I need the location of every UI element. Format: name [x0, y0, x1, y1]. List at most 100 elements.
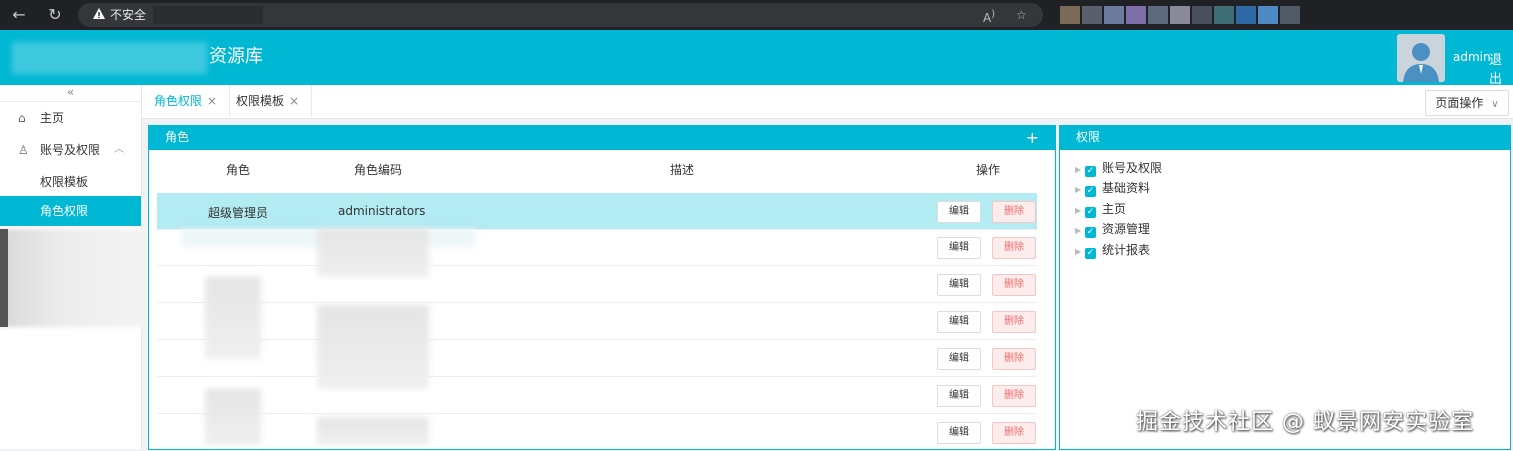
permissions-panel-title: 权限: [1076, 130, 1101, 144]
page-operations-label: 页面操作: [1435, 96, 1484, 110]
tab-label: 权限模板: [236, 94, 285, 108]
sidebar-redacted-edge: [0, 229, 8, 327]
warning-icon: [93, 8, 105, 19]
column-header-code: 角色编码: [354, 163, 403, 177]
add-role-icon[interactable]: +: [1026, 125, 1039, 150]
bookmarks-redacted: [1060, 6, 1500, 26]
tree-node-label: 主页: [1102, 202, 1127, 216]
edit-button[interactable]: 编辑: [937, 237, 981, 259]
table-row[interactable]: 编辑 删除: [157, 377, 1037, 414]
chevron-up-icon: ︿: [114, 144, 124, 155]
delete-button[interactable]: 删除: [992, 385, 1036, 407]
tree-node[interactable]: ▶ ✓ 资源管理: [1075, 221, 1151, 239]
close-icon[interactable]: ×: [207, 94, 217, 108]
sidebar-item-role-permission[interactable]: 角色权限: [0, 196, 141, 226]
sidebar: « ⌂ 主页 ♙ 账号及权限 ︿ 权限模板 角色权限: [0, 85, 150, 449]
address-bar[interactable]: 不安全 A) ☆: [78, 3, 1043, 27]
role-name: 超级管理员: [208, 206, 269, 220]
app-title: 资源库: [209, 46, 263, 67]
edit-button[interactable]: 编辑: [937, 274, 981, 296]
tab-label: 角色权限: [154, 94, 203, 108]
roles-panel: 角色 + 角色 角色编码 描述 操作 超级管理员 administrators …: [148, 125, 1056, 451]
roles-panel-title: 角色: [165, 130, 190, 144]
delete-button[interactable]: 删除: [992, 422, 1036, 444]
sidebar-item-label: 账号及权限: [40, 143, 101, 157]
table-row[interactable]: 编辑 删除: [157, 266, 1037, 303]
redacted-cells: [205, 389, 261, 445]
redacted-cells: [205, 277, 261, 359]
close-icon[interactable]: ×: [289, 94, 299, 108]
tab-bar: 角色权限 × 权限模板 × 页面操作 ∨: [142, 85, 1513, 119]
tree-node[interactable]: ▶ ✓ 统计报表: [1075, 242, 1151, 260]
caret-right-icon[interactable]: ▶: [1075, 162, 1085, 178]
edit-button[interactable]: 编辑: [937, 385, 981, 407]
roles-panel-header: 角色 +: [149, 125, 1055, 150]
checkbox-checked-icon[interactable]: ✓: [1085, 166, 1096, 177]
tree-node-label: 基础资料: [1102, 181, 1151, 195]
delete-button[interactable]: 删除: [992, 237, 1036, 259]
checkbox-checked-icon[interactable]: ✓: [1085, 248, 1096, 259]
sidebar-item-account[interactable]: ♙ 账号及权限 ︿: [0, 135, 141, 165]
delete-button[interactable]: 删除: [992, 274, 1036, 296]
watermark: 掘金技术社区 @ 蚁景网安实验室: [1136, 410, 1474, 435]
home-icon: ⌂: [18, 111, 26, 125]
tab-role-permission[interactable]: 角色权限 ×: [142, 85, 231, 117]
user-name: admin: [1453, 50, 1491, 64]
user-avatar-icon: [1397, 34, 1445, 82]
permissions-panel: 权限 ▶ ✓ 账号及权限 ▶ ✓ 基础资料 ▶ ✓ 主页 ▶ ✓ 资源管理 ▶ ✓ 统计报表: [1059, 125, 1511, 450]
favorite-icon[interactable]: ☆: [1016, 6, 1027, 24]
redacted-cells: [317, 229, 429, 277]
delete-button[interactable]: 删除: [992, 201, 1036, 223]
sidebar-redacted: [0, 229, 150, 327]
table-row[interactable]: 编辑 删除: [157, 414, 1037, 451]
logout-link[interactable]: 退出: [1489, 49, 1513, 87]
edit-button[interactable]: 编辑: [937, 422, 981, 444]
edit-button[interactable]: 编辑: [937, 348, 981, 370]
sidebar-item-permission-template[interactable]: 权限模板: [0, 167, 141, 197]
chevron-down-icon: ∨: [1491, 99, 1499, 110]
delete-button[interactable]: 删除: [992, 348, 1036, 370]
sidebar-item-label: 角色权限: [40, 204, 89, 218]
sidebar-item-label: 权限模板: [40, 175, 89, 189]
page-operations-button[interactable]: 页面操作 ∨: [1425, 90, 1509, 116]
role-code: administrators: [338, 204, 426, 218]
tree-node[interactable]: ▶ ✓ 主页: [1075, 201, 1127, 219]
user-icon: ♙: [18, 143, 29, 157]
tree-node-label: 统计报表: [1102, 243, 1151, 257]
edit-button[interactable]: 编辑: [937, 311, 981, 333]
caret-right-icon[interactable]: ▶: [1075, 223, 1085, 239]
back-icon[interactable]: ←: [8, 4, 30, 26]
collapse-sidebar-icon[interactable]: «: [0, 85, 141, 102]
logo-redacted: [12, 42, 207, 74]
caret-right-icon[interactable]: ▶: [1075, 182, 1085, 198]
reload-icon[interactable]: ↻: [44, 4, 66, 26]
table-row[interactable]: 编辑 删除: [157, 340, 1037, 377]
tree-node-label: 账号及权限: [1102, 161, 1163, 175]
column-header-description: 描述: [670, 163, 695, 177]
checkbox-checked-icon[interactable]: ✓: [1085, 207, 1096, 218]
table-row[interactable]: 超级管理员 administrators 编辑 删除: [157, 193, 1037, 230]
tree-node[interactable]: ▶ ✓ 基础资料: [1075, 180, 1151, 198]
tab-permission-template[interactable]: 权限模板 ×: [224, 85, 313, 117]
avatar[interactable]: [1397, 34, 1445, 82]
column-header-role: 角色: [226, 163, 251, 177]
tree-node-label: 资源管理: [1102, 222, 1151, 236]
redacted-cells: [317, 417, 429, 445]
caret-right-icon[interactable]: ▶: [1075, 244, 1085, 260]
tree-node[interactable]: ▶ ✓ 账号及权限: [1075, 160, 1163, 178]
caret-right-icon[interactable]: ▶: [1075, 203, 1085, 219]
read-aloud-icon[interactable]: A): [983, 6, 995, 27]
url-redacted: [153, 6, 263, 24]
edit-button[interactable]: 编辑: [937, 201, 981, 223]
table-row[interactable]: 编辑 删除: [157, 303, 1037, 340]
checkbox-checked-icon[interactable]: ✓: [1085, 186, 1096, 197]
app-header: 资源库 admin 退出: [0, 30, 1513, 87]
security-label: 不安全: [110, 8, 147, 22]
checkbox-checked-icon[interactable]: ✓: [1085, 227, 1096, 238]
delete-button[interactable]: 删除: [992, 311, 1036, 333]
browser-toolbar: ← ↻ 不安全 A) ☆: [0, 0, 1513, 30]
sidebar-item-label: 主页: [40, 111, 65, 125]
column-header-actions: 操作: [976, 163, 1001, 177]
sidebar-item-home[interactable]: ⌂ 主页: [0, 103, 141, 133]
redacted-cells: [317, 305, 429, 389]
